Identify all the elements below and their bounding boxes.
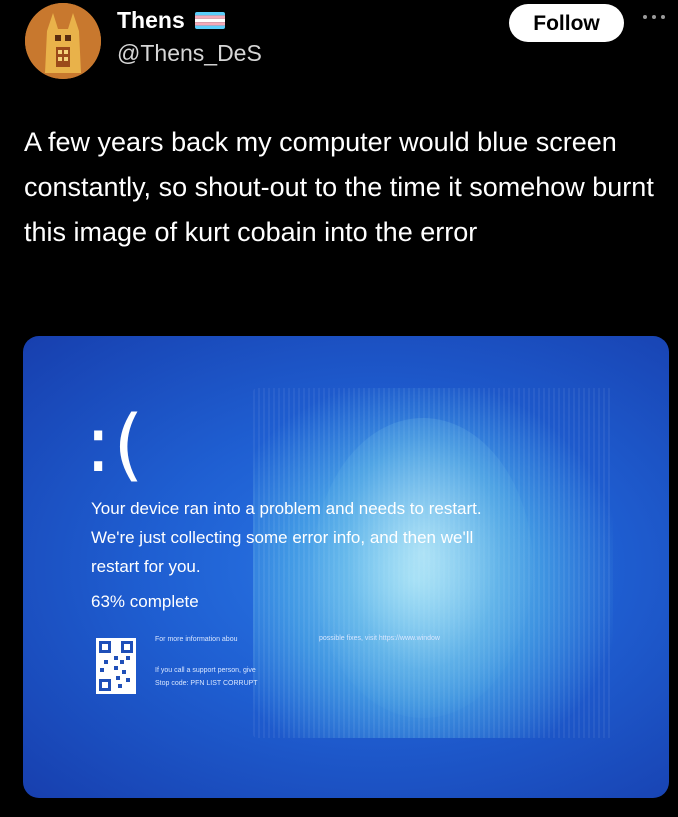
bsod-stop-code: Stop code: PFN LIST CORRUPT [155,680,258,687]
post-header: Thens @Thens_DeS Follow [0,0,678,90]
bsod-support-line: If you call a support person, give [155,667,256,674]
follow-button[interactable]: Follow [509,4,624,42]
bsod-message-line: We're just collecting some error info, a… [91,528,474,547]
author-avatar[interactable] [25,3,101,79]
author-handle[interactable]: @Thens_DeS [117,40,262,67]
llama-mask-avatar-icon [25,3,101,79]
author-display-name[interactable]: Thens [117,7,225,34]
bsod-progress: 63% complete [91,592,199,611]
bsod-message-line: restart for you. [91,557,201,576]
bsod-sad-face: :( [85,400,146,490]
post-image[interactable]: :( Your device ran into a problem and ne… [23,336,669,798]
bsod-fixes-link: possible fixes, visit https://www.window [319,635,440,642]
ellipsis-icon[interactable] [642,12,666,22]
qr-code-icon [96,638,136,694]
bsod-message-line: Your device ran into a problem and needs… [91,499,482,518]
bsod-message: Your device ran into a problem and needs… [91,494,561,581]
bsod-more-info: For more information abou [155,636,238,643]
post-text: A few years back my computer would blue … [24,127,654,247]
author-name-text: Thens [117,7,185,33]
transgender-flag-icon [194,12,225,29]
